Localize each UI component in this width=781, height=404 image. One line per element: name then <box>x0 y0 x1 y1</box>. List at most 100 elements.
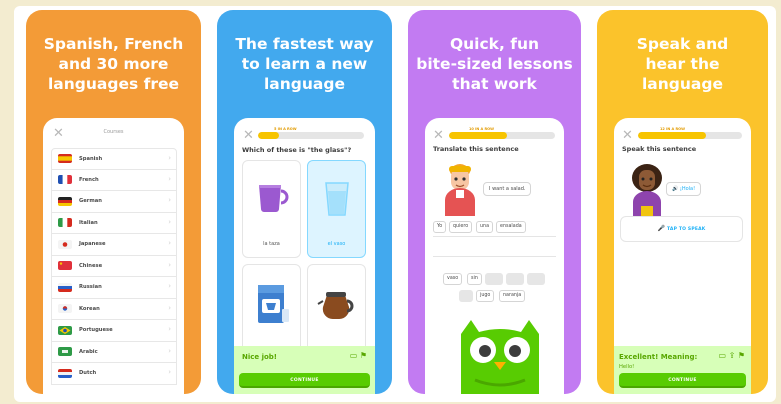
language-row[interactable]: Spanish › <box>51 148 177 170</box>
language-name: German <box>79 198 102 205</box>
flag-icon[interactable]: ⚑ <box>360 351 367 360</box>
language-row[interactable]: Korean › <box>51 298 177 320</box>
language-name: Arabic <box>79 348 98 355</box>
language-row[interactable]: Russian › <box>51 277 177 299</box>
progress-bar <box>449 132 555 139</box>
close-icon[interactable]: ✕ <box>433 129 444 142</box>
netherlands-flag-icon <box>58 368 72 378</box>
answer-line <box>433 236 556 237</box>
quiz-screen: ✕ 5 IN A ROW Which of these is "the glas… <box>234 118 375 394</box>
continue-button[interactable]: CONTINUE <box>239 373 370 388</box>
comment-icon[interactable]: ▭ <box>718 351 726 360</box>
language-name: Spanish <box>79 155 103 162</box>
answer-word[interactable]: ensalada <box>496 221 526 233</box>
china-flag-icon <box>58 261 72 271</box>
progress-label: 12 IN A ROW <box>660 127 685 131</box>
card-headline: Quick, fun bite-sized lessons that work <box>416 35 573 93</box>
answer-line <box>433 256 556 257</box>
language-name: Korean <box>79 305 100 312</box>
chevron-right-icon: › <box>168 196 171 204</box>
italy-flag-icon <box>58 218 72 228</box>
courses-screen: ✕ Courses Spanish › French › German › It… <box>43 118 184 394</box>
quiz-prompt: Which of these is "the glass"? <box>242 146 352 154</box>
choice-label: el vaso <box>327 241 346 247</box>
card-bite-sized: Quick, fun bite-sized lessons that work … <box>408 10 581 394</box>
language-row[interactable]: Chinese › <box>51 255 177 277</box>
choice-card[interactable] <box>307 264 366 354</box>
close-icon[interactable]: ✕ <box>622 129 633 142</box>
answer-word[interactable]: Yo <box>433 221 447 233</box>
chevron-right-icon: › <box>168 174 171 183</box>
chevron-right-icon: › <box>168 282 171 290</box>
translate-prompt: Translate this sentence <box>433 145 519 153</box>
france-flag-icon <box>58 175 72 185</box>
answer-word[interactable]: quiero <box>449 221 473 233</box>
continue-button[interactable]: CONTINUE <box>619 373 746 388</box>
progress-bar <box>638 132 742 139</box>
choice-card[interactable] <box>242 264 301 354</box>
language-row[interactable]: Italian › <box>51 212 177 234</box>
courses-header: ✕ Courses <box>43 118 184 148</box>
progress-fill <box>258 132 280 139</box>
progress-bar <box>258 132 364 139</box>
progress-label: 5 IN A ROW <box>274 127 297 131</box>
glass-icon <box>325 182 349 216</box>
card-headline: The fastest way to learn a new language <box>235 35 374 93</box>
coffee-pot-icon <box>317 292 354 320</box>
language-name: Italian <box>79 219 98 226</box>
flag-icon[interactable]: ⚑ <box>738 351 745 360</box>
word-bank-tile[interactable]: vaso <box>443 273 463 285</box>
korea-flag-icon <box>58 304 72 314</box>
word-bank-blank <box>459 290 473 302</box>
feedback-icons: ▭ ⇪ ⚑ <box>718 351 745 360</box>
sugar-box-icon <box>258 285 289 323</box>
chevron-right-icon: › <box>168 346 171 355</box>
japan-flag-icon <box>58 239 72 249</box>
word-bank-tile[interactable]: sin <box>467 273 482 285</box>
sentence-bubble: I want a salad. <box>483 182 532 196</box>
chevron-right-icon: › <box>168 368 171 376</box>
language-row[interactable]: Portuguese › <box>51 320 177 342</box>
language-list: Spanish › French › German › Italian › Ja… <box>51 148 177 385</box>
word-bank-tile[interactable]: jugo <box>476 290 495 302</box>
russia-flag-icon <box>58 282 72 292</box>
progress-fill <box>638 132 706 139</box>
arabic-flag-icon <box>58 347 72 357</box>
card-fastest-way: The fastest way to learn a new language … <box>217 10 392 394</box>
language-row[interactable]: Dutch › <box>51 363 177 385</box>
feedback-panel: Nice job! ▭ ⚑ CONTINUE <box>234 346 375 394</box>
feedback-panel: Excellent! Meaning: ▭ ⇪ ⚑ Hello! CONTINU… <box>614 346 751 394</box>
progress-fill <box>449 132 508 139</box>
character-man-icon <box>445 164 475 216</box>
card-headline: Speak and hear the language <box>636 35 729 93</box>
share-icon[interactable]: ⇪ <box>729 351 736 360</box>
close-icon[interactable]: ✕ <box>243 129 254 142</box>
chevron-right-icon: › <box>168 325 171 333</box>
language-row[interactable]: French › <box>51 169 177 191</box>
speaker-icon: 🔊 <box>672 186 679 192</box>
comment-icon[interactable]: ▭ <box>350 351 358 360</box>
microphone-icon: 🎤 <box>657 225 666 232</box>
card-languages: Spanish, French and 30 more languages fr… <box>26 10 201 394</box>
character-woman-icon <box>632 164 662 216</box>
chevron-right-icon: › <box>168 217 171 226</box>
language-row[interactable]: Japanese › <box>51 234 177 256</box>
choice-card-selected[interactable]: el vaso <box>307 160 366 258</box>
feedback-title: Nice job! <box>242 353 278 361</box>
word-bank-blank <box>485 273 503 285</box>
feedback-icons: ▭ ⚑ <box>350 351 367 360</box>
language-name: Dutch <box>79 370 97 377</box>
answer-word[interactable]: una <box>476 221 494 233</box>
language-row[interactable]: Arabic › <box>51 341 177 363</box>
choice-card[interactable]: la taza <box>242 160 301 258</box>
language-name: Japanese <box>79 241 106 248</box>
tap-to-speak-button[interactable]: 🎤 TAP TO SPEAK <box>620 216 743 242</box>
feedback-title: Excellent! Meaning: <box>619 353 698 361</box>
word-bank-tile[interactable]: naranja <box>499 290 526 302</box>
word-bank-blank <box>506 273 524 285</box>
progress-label: 10 IN A ROW <box>469 127 494 131</box>
phrase-bubble[interactable]: 🔊 ¡Hola! <box>666 182 702 196</box>
chevron-right-icon: › <box>168 154 171 162</box>
card-speak: Speak and hear the language ✕ 12 IN A RO… <box>597 10 768 394</box>
language-row[interactable]: German › <box>51 191 177 213</box>
